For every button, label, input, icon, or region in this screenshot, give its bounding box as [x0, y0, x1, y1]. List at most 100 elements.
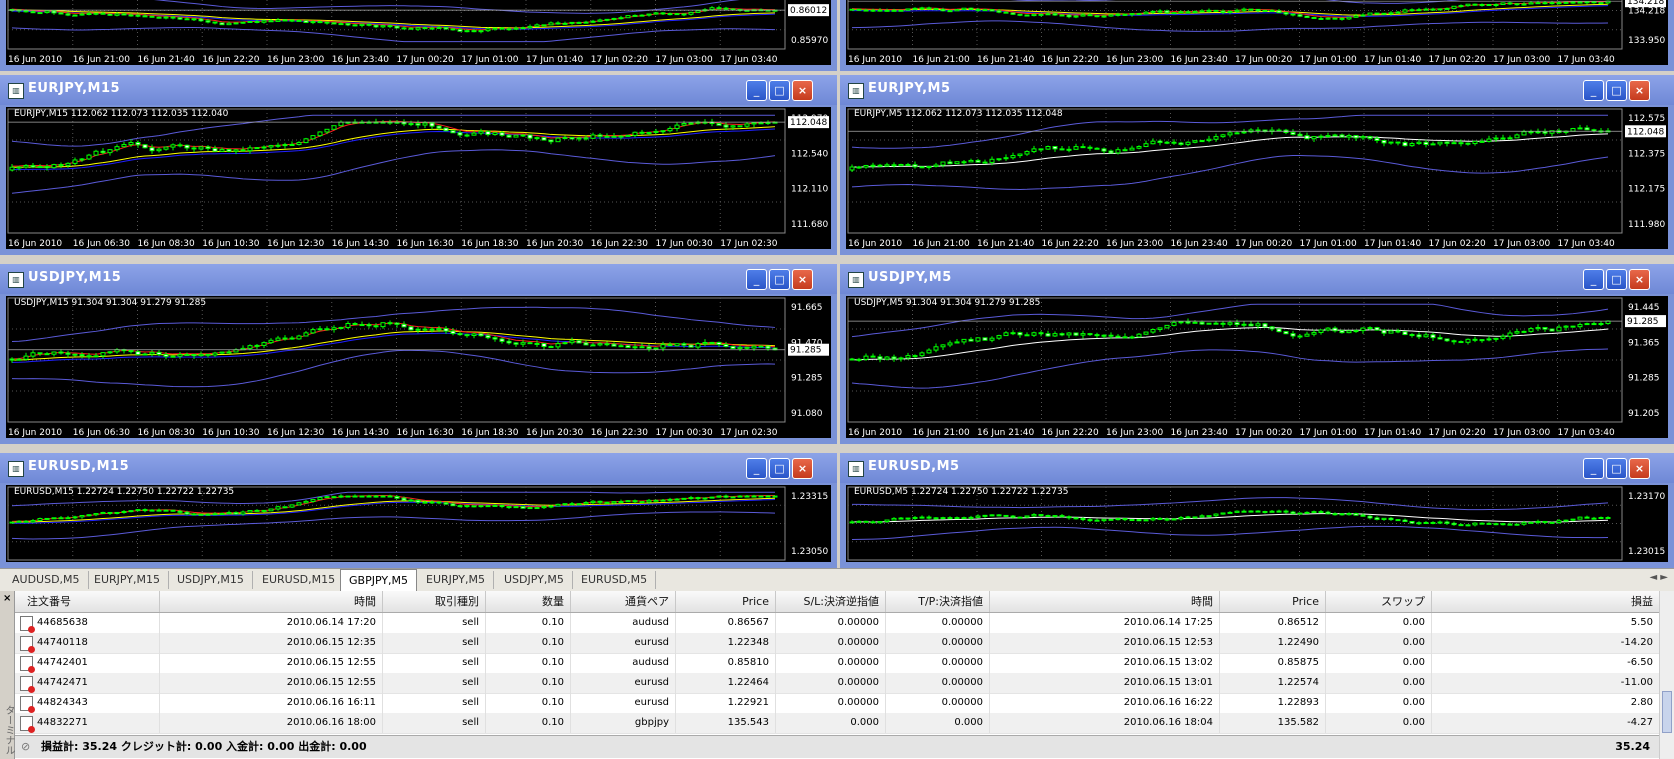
minimize-button[interactable]: _ [1583, 269, 1604, 290]
maximize-button[interactable]: □ [1606, 80, 1627, 101]
column-header[interactable]: 数量 [486, 591, 571, 612]
table-row[interactable]: 44740118 2010.06.15 12:35 sell 0.10 eurusd 1.… [15, 633, 1660, 654]
chart-tab[interactable]: GBPJPY,M5 [340, 569, 418, 591]
close-button[interactable]: × [792, 269, 813, 290]
chart-tab[interactable]: EURUSD,M5 [573, 571, 657, 589]
candle [604, 343, 610, 346]
close-button[interactable]: × [792, 458, 813, 479]
chart-plot[interactable]: 112.575 112.375 112.175 111.980 112.048 16 Ju… [846, 107, 1668, 249]
candle [1479, 4, 1485, 7]
terminal-close-icon[interactable]: × [3, 593, 11, 604]
table-row[interactable]: 44832271 2010.06.16 18:00 sell 0.10 gbpjpy 13… [15, 713, 1660, 734]
chart-tab[interactable]: EURJPY,M5 [418, 571, 494, 589]
current-price-label: 112.048 [790, 118, 827, 128]
candle [898, 9, 904, 12]
chart-window[interactable]: ▥ EURUSD,M5 _ □ × 1.23170 1.23015 EURUSD,M5 1.2… [840, 453, 1674, 568]
candle [345, 495, 351, 498]
chart-plot[interactable]: 0.861400.860120.859700.8601216 Jun 20101… [6, 0, 831, 65]
chart-plot[interactable]: 91.665 91.470 91.285 91.080 91.285 16 Jun 201… [6, 296, 831, 438]
minimize-button[interactable]: _ [1583, 80, 1604, 101]
candle [100, 352, 106, 357]
chart-plot[interactable]: 1.23315 1.23050 EURUSD,M15 1.22724 1.22750… [6, 485, 831, 562]
table-row[interactable]: 44742401 2010.06.15 12:55 sell 0.10 audusd 0.… [15, 653, 1660, 674]
chart-titlebar[interactable]: ▥ EURJPY,M15 _ □ × [0, 75, 837, 105]
table-row[interactable]: 44685638 2010.06.14 17:20 sell 0.10 audusd 0.… [15, 613, 1660, 634]
candle [1577, 1, 1583, 4]
terminal-scrollbar[interactable] [1659, 591, 1674, 759]
table-row[interactable]: 44824343 2010.06.16 16:11 sell 0.10 eurusd 1.… [15, 693, 1660, 714]
candle [583, 21, 589, 24]
column-header[interactable]: Price [676, 591, 776, 612]
bollinger-upper [851, 497, 1609, 511]
candle [1129, 13, 1135, 16]
candle [1171, 12, 1177, 15]
candle [1052, 333, 1058, 337]
column-header[interactable]: 取引種別 [383, 591, 486, 612]
close-button[interactable]: × [1629, 269, 1650, 290]
chart-titlebar[interactable]: ▥ EURUSD,M5 _ □ × [840, 453, 1674, 483]
minimize-button[interactable]: _ [746, 269, 767, 290]
candle [1059, 333, 1065, 336]
column-header[interactable]: 損益 [1432, 591, 1660, 612]
close-button[interactable]: × [792, 80, 813, 101]
tab-scroll-arrows[interactable]: ◄ ► [1649, 572, 1668, 583]
scrollbar-thumb[interactable] [1662, 691, 1672, 733]
candle [1577, 127, 1583, 130]
close-button[interactable]: × [1629, 80, 1650, 101]
chart-titlebar[interactable]: ▥ USDJPY,M5 _ □ × [840, 264, 1674, 294]
chart-titlebar[interactable]: ▥ USDJPY,M15 _ □ × [0, 264, 837, 294]
column-header[interactable]: 通貨ペア [571, 591, 676, 612]
time-axis-label: 17 Jun 00:30 [656, 428, 713, 438]
candle [975, 337, 981, 342]
candle [331, 125, 337, 130]
chart-tab[interactable]: AUDUSD,M5 [4, 571, 89, 589]
candle [1521, 131, 1527, 136]
minimize-button[interactable]: _ [1583, 458, 1604, 479]
column-header[interactable]: T/P:決済指値 [886, 591, 990, 612]
chart-plot[interactable]: 91.445 91.365 91.285 91.205 91.285 16 Jun 201… [846, 296, 1668, 438]
candle [1430, 521, 1436, 524]
chart-window-title: USDJPY,M15 [28, 270, 122, 285]
candle [688, 497, 694, 500]
chart-tab[interactable]: USDJPY,M5 [496, 571, 573, 589]
column-header[interactable]: 時間 [990, 591, 1220, 612]
chart-window[interactable]: ▥EURJPY,M15_□×112.970112.540112.110111.6… [0, 75, 837, 255]
maximize-button[interactable]: □ [1606, 458, 1627, 479]
candle [1129, 336, 1135, 339]
chart-tab[interactable]: EURUSD,M15 [254, 571, 345, 589]
candle [933, 346, 939, 351]
chart-window[interactable]: ▥ USDJPY,M5 _ □ × 91.445 91.365 91.285 91.205 91.… [840, 264, 1674, 444]
close-button[interactable]: × [1629, 458, 1650, 479]
chart-window[interactable]: ▥ EURJPY,M5 _ □ × 112.575 112.375 112.175 111.98… [840, 75, 1674, 255]
candle [1052, 515, 1058, 518]
candle [44, 166, 50, 169]
candle [72, 14, 78, 17]
maximize-button[interactable]: □ [769, 458, 790, 479]
candle [884, 9, 890, 12]
chart-titlebar[interactable]: ▥ EURUSD,M15 _ □ × [0, 453, 837, 483]
chart-titlebar[interactable]: ▥ EURJPY,M5 _ □ × [840, 75, 1674, 105]
candle [1199, 10, 1205, 13]
chart-window[interactable]: ▥ USDJPY,M15 _ □ × 91.665 91.470 91.285 91.080 91… [0, 264, 837, 444]
minimize-button[interactable]: _ [746, 80, 767, 101]
chart-plot[interactable]: 1.23170 1.23015 EURUSD,M5 1.22724 1.22750 … [846, 485, 1668, 562]
column-header[interactable]: 注文番号 [15, 591, 160, 612]
minimize-button[interactable]: _ [746, 458, 767, 479]
chart-plot[interactable]: 134.390134.218133.950134.21816 Jun 20101… [846, 0, 1668, 65]
candle [702, 342, 708, 345]
chart-tab[interactable]: USDJPY,M15 [169, 571, 253, 589]
chart-tab[interactable]: EURJPY,M15 [86, 571, 169, 589]
column-header[interactable]: スワップ [1326, 591, 1432, 612]
maximize-button[interactable]: □ [1606, 269, 1627, 290]
candle [499, 132, 505, 136]
table-row[interactable]: 44742471 2010.06.15 12:55 sell 0.10 eurusd 1.… [15, 673, 1660, 694]
column-header[interactable]: Price [1220, 591, 1326, 612]
chart-window[interactable]: 134.390134.218133.950134.21816 Jun 20101… [840, 0, 1674, 71]
maximize-button[interactable]: □ [769, 80, 790, 101]
column-header[interactable]: S/L:決済逆指値 [776, 591, 886, 612]
column-header[interactable]: 時間 [160, 591, 383, 612]
maximize-button[interactable]: □ [769, 269, 790, 290]
chart-plot[interactable]: 112.970112.540112.110111.680112.04816 Ju… [6, 107, 831, 249]
chart-window[interactable]: 0.861400.860120.859700.8601216 Jun 20101… [0, 0, 837, 71]
chart-window[interactable]: ▥ EURUSD,M15 _ □ × 1.23315 1.23050 EURUSD,M15 1… [0, 453, 837, 568]
